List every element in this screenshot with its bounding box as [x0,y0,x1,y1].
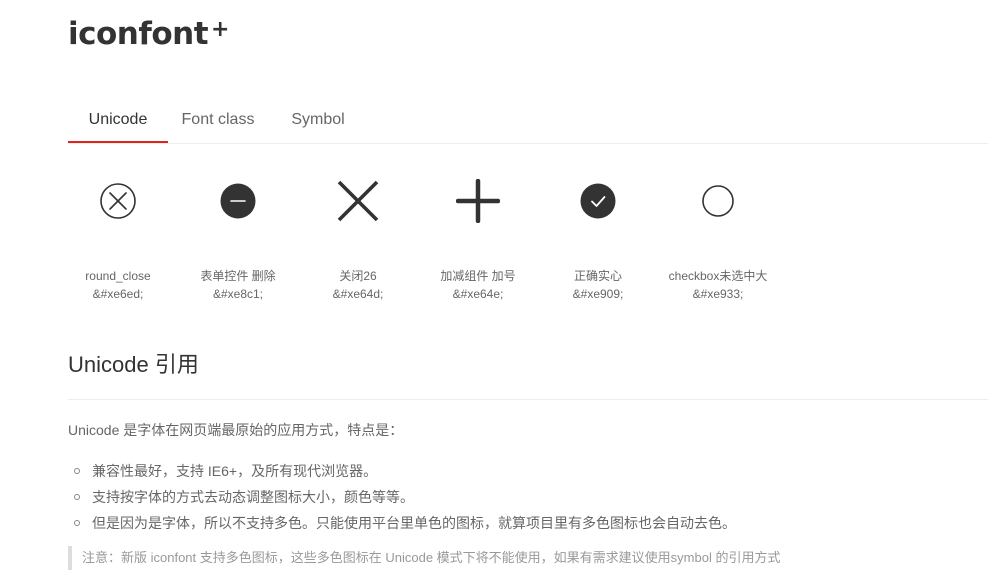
icon-grid: round_close &#xe6ed; 表单控件 删除 &#xe8c1; 关闭… [68,165,968,315]
iconfont-logo: iconfont + [68,14,229,54]
icon-card-round-close[interactable]: round_close &#xe6ed; [68,165,168,303]
icon-name: 表单控件 删除 [200,269,276,283]
icon-code: &#xe64d; [332,287,384,301]
tab-symbol[interactable]: Symbol [268,100,368,141]
logo-text: iconfont [68,16,209,52]
icon-card-checkbox[interactable]: checkbox未选中大 &#xe933; [668,165,768,303]
icon-name: 关闭26 [339,269,377,283]
bullet-icon [74,520,80,526]
feature-list: 兼容性最好，支持 IE6+，及所有现代浏览器。 支持按字体的方式去动态调整图标大… [68,458,736,536]
icon-name: checkbox未选中大 [668,269,768,283]
icon-card-close[interactable]: 关闭26 &#xe64d; [308,165,408,303]
icon-card-plus[interactable]: 加减组件 加号 &#xe64e; [428,165,528,303]
section-title: Unicode 引用 [68,352,199,377]
icon-card-minus[interactable]: 表单控件 删除 &#xe8c1; [188,165,288,303]
list-item-text: 兼容性最好，支持 IE6+，及所有现代浏览器。 [92,463,378,479]
icon-code: &#xe933; [692,287,744,301]
tab-bar: Unicode Font class Symbol [68,100,988,144]
intro-text: Unicode 是字体在网页端最原始的应用方式，特点是： [68,422,404,438]
section-divider [68,399,988,400]
list-item: 兼容性最好，支持 IE6+，及所有现代浏览器。 [68,458,736,484]
icon-code: &#xe8c1; [212,287,264,301]
list-item-text: 但是因为是字体，所以不支持多色。只能使用平台里单色的图标，就算项目里有多色图标也… [92,515,736,531]
list-item-text: 支持按字体的方式去动态调整图标大小，颜色等等。 [92,489,414,505]
list-item: 支持按字体的方式去动态调整图标大小，颜色等等。 [68,484,736,510]
logo-plus: + [211,17,229,42]
icon-name: 加减组件 加号 [440,269,516,283]
list-item: 但是因为是字体，所以不支持多色。只能使用平台里单色的图标，就算项目里有多色图标也… [68,510,736,536]
round-close-icon [68,165,168,237]
close-icon [308,165,408,237]
minus-circle-filled-icon [188,165,288,237]
tab-unicode[interactable]: Unicode [68,100,168,143]
icon-code: &#xe6ed; [92,287,144,301]
note-blockquote: 注意：新版 iconfont 支持多色图标，这些多色图标在 Unicode 模式… [68,546,780,570]
icon-code: &#xe909; [572,287,624,301]
icon-name: 正确实心 [573,269,622,283]
icon-card-check[interactable]: 正确实心 &#xe909; [548,165,648,303]
check-circle-filled-icon [548,165,648,237]
plus-icon [428,165,528,237]
circle-outline-icon [668,165,768,237]
bullet-icon [74,468,80,474]
bullet-icon [74,494,80,500]
tab-font-class[interactable]: Font class [168,100,268,141]
icon-code: &#xe64e; [452,287,504,301]
icon-name: round_close [85,269,151,283]
